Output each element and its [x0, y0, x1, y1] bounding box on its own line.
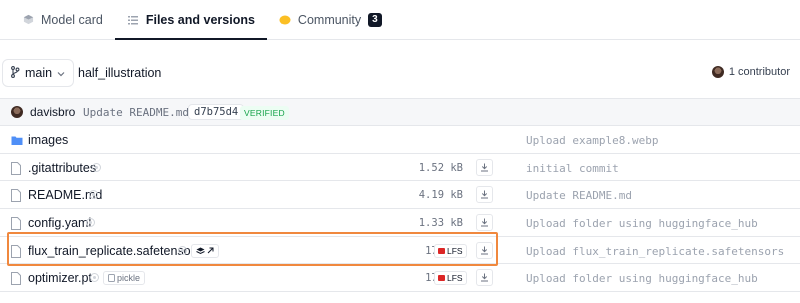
download-icon — [481, 190, 488, 199]
lfs-icon — [438, 247, 445, 254]
commit-hash[interactable]: d7b75d4 — [188, 104, 245, 120]
tab-files-and-versions[interactable]: Files and versions — [114, 0, 267, 40]
external-link-icon — [207, 247, 214, 254]
file-size: 1.52 kB — [418, 161, 463, 174]
pickle-label: pickle — [117, 273, 141, 284]
file-row-images[interactable]: images Upload example8.webp — [0, 126, 800, 154]
avatar — [711, 66, 724, 78]
branch-icon — [10, 65, 20, 81]
security-scan-icon[interactable] — [178, 245, 187, 255]
file-size: 1.33 kB — [418, 217, 463, 230]
last-commit-message[interactable]: Update README.md — [526, 189, 632, 202]
last-commit-message[interactable]: initial commit — [526, 162, 619, 175]
download-icon — [481, 163, 488, 172]
pickle-tag[interactable]: pickle — [103, 271, 146, 286]
pickle-icon — [108, 274, 115, 283]
contributors-link[interactable]: 1 contributor — [711, 66, 790, 78]
lfs-icon — [438, 275, 445, 282]
file-icon — [11, 217, 23, 231]
lfs-badge: LFS — [434, 243, 467, 258]
file-row-safetensors[interactable]: flux_train_replicate.safetensors 172 MB … — [0, 237, 800, 265]
download-button[interactable] — [476, 186, 493, 204]
community-count-badge: 3 — [368, 12, 382, 27]
file-table: davisbro Update README.md d7b75d4 VERIFI… — [0, 98, 800, 293]
file-row-config[interactable]: config.yaml 1.33 kB Upload folder using … — [0, 209, 800, 237]
download-icon — [481, 273, 488, 282]
files-icon — [127, 14, 139, 26]
file-icon — [11, 244, 23, 258]
branch-bar: main half_illustration 1 contributor — [0, 59, 800, 89]
file-icon — [11, 272, 23, 286]
file-name[interactable]: flux_train_replicate.safetensors — [28, 244, 201, 258]
download-icon — [481, 246, 488, 255]
tab-model-card[interactable]: Model card — [10, 0, 115, 39]
last-commit-message[interactable]: Upload folder using huggingface_hub — [526, 217, 758, 230]
branch-selector[interactable]: main — [2, 59, 75, 87]
security-scan-icon[interactable] — [92, 162, 101, 172]
download-button[interactable] — [476, 214, 493, 232]
download-icon — [481, 218, 488, 227]
file-row-gitattributes[interactable]: .gitattributes 1.52 kB initial commit — [0, 154, 800, 182]
tab-community[interactable]: Community 3 — [267, 0, 394, 39]
layers-icon — [196, 247, 205, 254]
last-commit-row: davisbro Update README.md d7b75d4 VERIFI… — [0, 99, 800, 126]
security-scan-icon[interactable] — [86, 218, 95, 228]
tab-label: Model card — [41, 12, 103, 27]
contributors-label: 1 contributor — [728, 66, 790, 78]
download-button[interactable] — [476, 158, 493, 176]
last-commit-message[interactable]: Upload example8.webp — [526, 134, 658, 147]
security-scan-icon[interactable] — [90, 273, 99, 283]
chevron-down-icon — [57, 66, 65, 80]
current-path[interactable]: half_illustration — [78, 66, 161, 80]
file-name[interactable]: images — [28, 133, 68, 147]
model-card-icon — [22, 14, 34, 26]
file-icon — [11, 189, 23, 203]
tab-label: Files and versions — [145, 12, 255, 27]
file-name[interactable]: optimizer.pt — [28, 271, 92, 285]
lfs-badge: LFS — [434, 271, 467, 286]
commit-message[interactable]: Update README.md — [83, 106, 189, 119]
file-icon — [11, 161, 23, 175]
lfs-label: LFS — [447, 273, 463, 284]
commit-author[interactable]: davisbro — [30, 105, 75, 119]
folder-icon — [11, 134, 23, 147]
download-button[interactable] — [476, 269, 493, 287]
community-icon — [279, 14, 291, 26]
file-name[interactable]: config.yaml — [28, 216, 91, 230]
safetensors-metadata-button[interactable] — [191, 243, 219, 258]
tab-label: Community — [297, 12, 362, 27]
file-row-readme[interactable]: README.md 4.19 kB Update README.md — [0, 181, 800, 210]
repo-tabs: Model card Files and versions Community … — [0, 0, 800, 40]
file-name[interactable]: .gitattributes — [28, 161, 96, 175]
verified-badge: VERIFIED — [240, 106, 289, 120]
last-commit-message[interactable]: Upload flux_train_replicate.safetensors — [526, 245, 784, 258]
file-size: 4.19 kB — [418, 189, 463, 202]
branch-name: main — [25, 66, 53, 80]
avatar — [11, 106, 23, 118]
lfs-label: LFS — [447, 245, 463, 256]
download-button[interactable] — [476, 241, 493, 259]
file-row-optimizer[interactable]: optimizer.pt pickle 173 MB LFS Upload fo… — [0, 264, 800, 293]
last-commit-message[interactable]: Upload folder using huggingface_hub — [526, 272, 758, 285]
